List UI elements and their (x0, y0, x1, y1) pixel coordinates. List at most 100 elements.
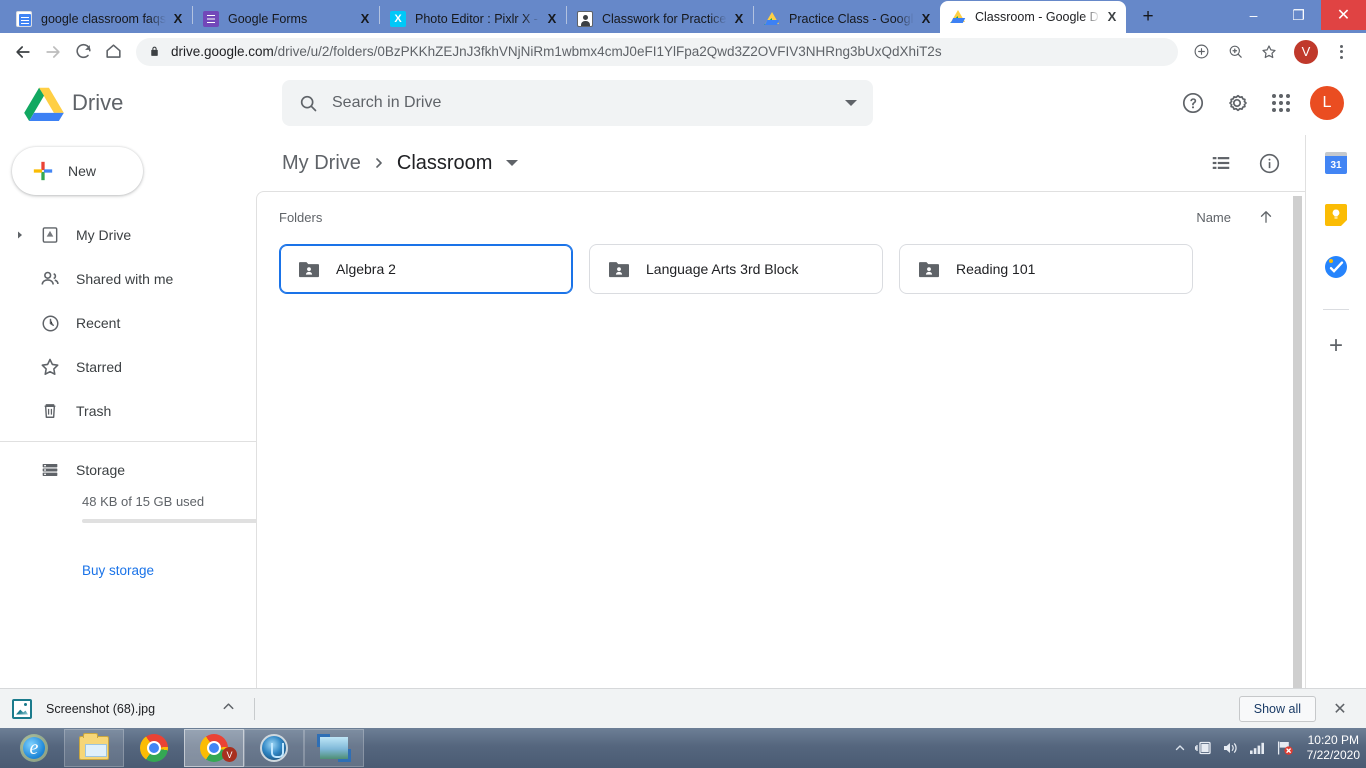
shared-with-me-icon (32, 268, 68, 290)
search-input[interactable] (332, 94, 845, 112)
side-apps-panel: 31 + (1305, 135, 1366, 728)
sidebar-item-my-drive[interactable]: My Drive (0, 213, 256, 257)
show-hidden-icons-chevron[interactable] (1174, 742, 1186, 754)
photos-app-icon (317, 734, 351, 762)
sidebar-item-recent[interactable]: Recent (0, 301, 256, 345)
star-icon[interactable] (1255, 38, 1283, 66)
google-keep-icon[interactable] (1322, 201, 1350, 229)
forms-icon (203, 10, 219, 27)
expand-triangle-icon[interactable] (8, 230, 32, 240)
show-all-downloads-button[interactable]: Show all (1238, 695, 1316, 722)
search-options-caret[interactable] (844, 100, 857, 106)
folder-card[interactable]: Language Arts 3rd Block (589, 244, 883, 294)
shared-folder-icon (298, 259, 320, 279)
close-download-bar-icon[interactable]: ✕ (1326, 695, 1354, 723)
folder-card[interactable]: Algebra 2 (279, 244, 573, 294)
address-bar[interactable]: drive.google.com/drive/u/2/folders/0BzPK… (136, 37, 1178, 66)
details-info-icon[interactable] (1251, 145, 1287, 181)
sidebar-item-shared-with-me[interactable]: Shared with me (0, 257, 256, 301)
battery-charging-icon[interactable] (1194, 741, 1213, 755)
breadcrumb: My Drive Classroom (256, 135, 1305, 191)
folder-name: Language Arts 3rd Block (646, 261, 799, 277)
new-tab-button[interactable]: + (1134, 3, 1162, 31)
docs-icon (16, 10, 32, 27)
zoom-magnifier-icon[interactable] (1221, 38, 1249, 66)
close-window-button[interactable]: ✕ (1321, 0, 1366, 30)
taskbar-item-file-explorer[interactable] (64, 729, 124, 767)
calendar-day-number: 31 (1325, 152, 1347, 174)
drive-brand[interactable]: Drive (0, 85, 256, 121)
browser-tab[interactable]: Google Forms X (193, 4, 379, 33)
account-avatar[interactable]: L (1310, 86, 1344, 120)
tab-close-icon[interactable]: X (1104, 9, 1120, 25)
sidebar-item-starred[interactable]: Starred (0, 345, 256, 389)
arrow-up-icon[interactable] (1257, 208, 1275, 226)
toolbar-icons: V (1184, 38, 1358, 66)
taskbar-item-photos[interactable] (304, 729, 364, 767)
action-center-alert-icon[interactable] (1276, 740, 1294, 756)
search-box[interactable] (282, 80, 873, 126)
back-arrow-icon[interactable] (8, 37, 38, 67)
taskbar-item-media-player[interactable] (244, 729, 304, 767)
download-item[interactable]: Screenshot (68).jpg (12, 698, 236, 719)
tab-close-icon[interactable]: X (170, 11, 186, 27)
add-side-app-button[interactable]: + (1322, 332, 1350, 360)
minimize-button[interactable]: – (1231, 0, 1276, 30)
browser-toolbar: drive.google.com/drive/u/2/folders/0BzPK… (0, 33, 1366, 71)
content-scrollbar[interactable] (1293, 196, 1302, 702)
sidebar-item-label: My Drive (76, 227, 132, 243)
folder-grid: Algebra 2 Language Arts 3rd Block Readin… (257, 226, 1305, 294)
chevron-down-icon[interactable] (506, 160, 519, 166)
folder-card[interactable]: Reading 101 (899, 244, 1193, 294)
google-calendar-icon[interactable]: 31 (1322, 149, 1350, 177)
google-tasks-icon[interactable] (1322, 253, 1350, 281)
pixlr-icon (390, 10, 406, 27)
install-app-icon[interactable] (1187, 38, 1215, 66)
breadcrumb-current[interactable]: Classroom (397, 152, 493, 175)
browser-tab[interactable]: Classwork for Practice Cl X (567, 4, 753, 33)
windows-taskbar: V (0, 728, 1366, 768)
new-button[interactable]: New (12, 147, 143, 195)
three-dot-menu-icon[interactable] (1327, 38, 1355, 66)
help-icon[interactable] (1178, 88, 1208, 118)
buy-storage-link[interactable]: Buy storage (0, 563, 256, 578)
file-explorer-icon (79, 733, 109, 760)
network-signal-icon[interactable] (1249, 741, 1267, 755)
taskbar-item-internet-explorer[interactable] (4, 729, 64, 767)
reload-icon[interactable] (68, 37, 98, 67)
browser-tab-active[interactable]: Classroom - Google Driv X (940, 1, 1126, 33)
chrome-profile-avatar[interactable]: V (1294, 39, 1318, 64)
sidebar-item-trash[interactable]: Trash (0, 389, 256, 433)
sort-label[interactable]: Name (1196, 210, 1231, 225)
browser-tab[interactable]: Photo Editor : Pixlr X - fre X (380, 4, 566, 33)
taskbar-item-chrome[interactable] (124, 729, 184, 767)
tab-title: Photo Editor : Pixlr X - fre (415, 11, 540, 26)
tab-strip: google classroom faqs a X Google Forms X… (0, 0, 1366, 33)
taskbar-item-chrome-window[interactable]: V (184, 729, 244, 767)
browser-tab[interactable]: Practice Class - Google D X (754, 4, 940, 33)
taskbar-clock[interactable]: 10:20 PM 7/22/2020 (1303, 733, 1360, 763)
internet-explorer-icon (20, 734, 48, 762)
tab-title: Practice Class - Google D (789, 11, 914, 26)
clock-date: 7/22/2020 (1306, 748, 1360, 762)
google-apps-grid-icon[interactable] (1266, 88, 1296, 118)
forward-arrow-icon[interactable] (38, 37, 68, 67)
breadcrumb-root[interactable]: My Drive (282, 152, 361, 175)
tab-close-icon[interactable]: X (357, 11, 373, 27)
chevron-up-icon[interactable] (221, 699, 236, 719)
maximize-restore-button[interactable]: ❐ (1276, 0, 1321, 30)
list-view-icon[interactable] (1203, 145, 1239, 181)
sidebar-item-storage[interactable]: Storage (0, 448, 256, 492)
drive-icon (950, 9, 966, 25)
tab-close-icon[interactable]: X (544, 11, 560, 27)
tab-close-icon[interactable]: X (918, 11, 934, 27)
settings-gear-icon[interactable] (1222, 88, 1252, 118)
volume-icon[interactable] (1222, 741, 1240, 755)
sidebar-divider (0, 441, 256, 442)
tab-close-icon[interactable]: X (731, 11, 747, 27)
storage-progress-bar (82, 519, 264, 523)
google-drive-logo (24, 85, 64, 121)
browser-tab[interactable]: google classroom faqs a X (6, 4, 192, 33)
storage-usage-text: 48 KB of 15 GB used (82, 494, 205, 509)
home-icon[interactable] (98, 37, 128, 67)
